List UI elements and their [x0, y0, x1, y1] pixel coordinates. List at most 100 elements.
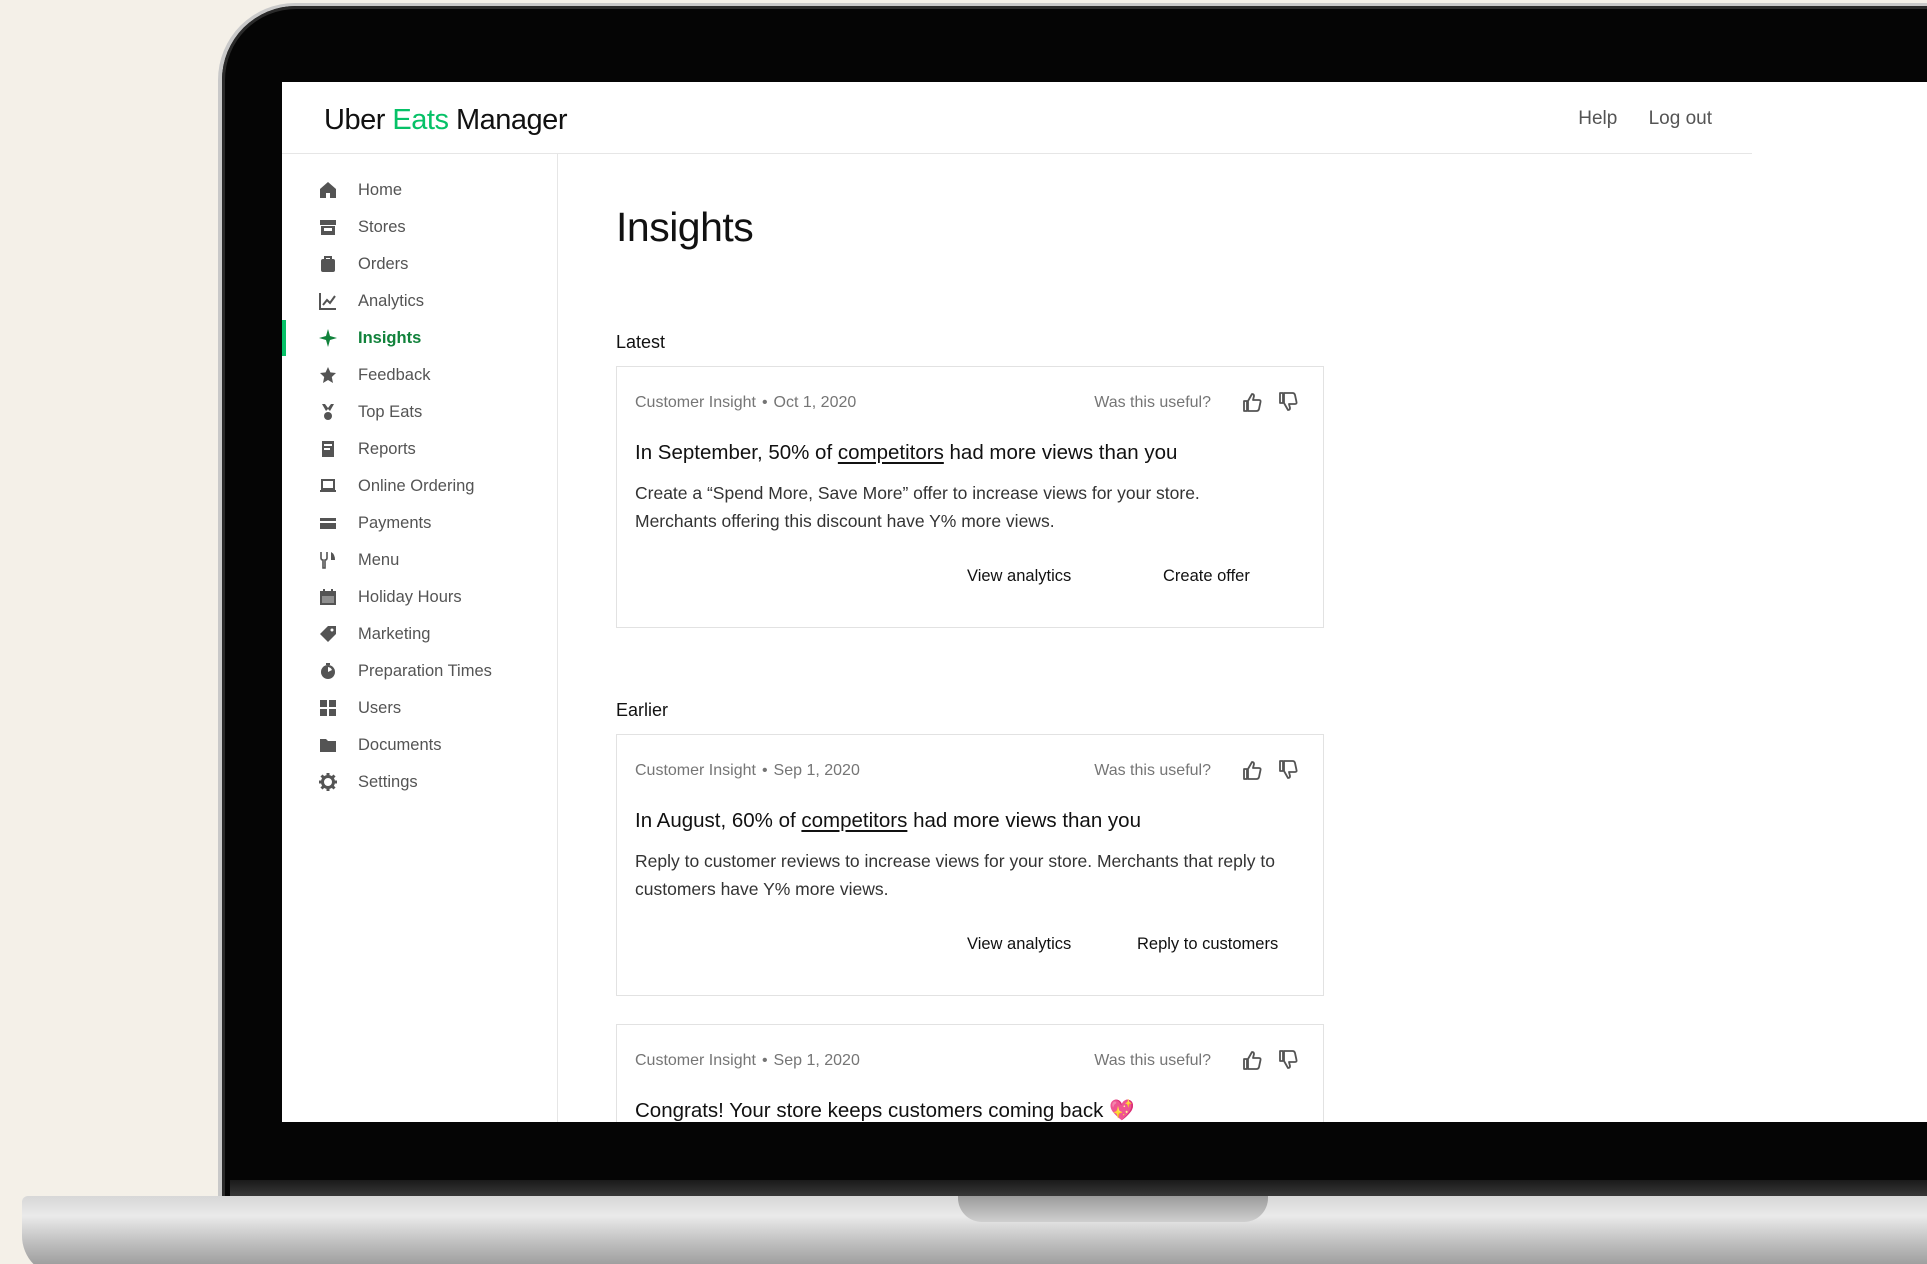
- insight-type: Customer Insight: [635, 394, 756, 411]
- sidebar-item-online-ordering[interactable]: Online Ordering: [282, 468, 558, 504]
- meta-separator: •: [761, 394, 768, 411]
- thumbs-down-icon[interactable]: [1277, 1049, 1299, 1071]
- create-offer-button[interactable]: Create offer: [1163, 567, 1250, 586]
- thumbs-up-icon[interactable]: [1241, 1049, 1263, 1071]
- sidebar-item-label: Payments: [358, 513, 432, 532]
- top-bar: Uber Eats Manager Help Log out: [282, 82, 1752, 154]
- view-analytics-button[interactable]: View analytics: [967, 567, 1071, 586]
- sidebar-item-label: Feedback: [358, 365, 431, 384]
- sidebar-item-orders[interactable]: Orders: [282, 246, 558, 282]
- sidebar-item-menu[interactable]: Menu: [282, 542, 558, 578]
- users-icon: [318, 698, 338, 718]
- competitors-link[interactable]: competitors: [838, 441, 944, 464]
- help-link[interactable]: Help: [1578, 108, 1617, 129]
- insight-title-pre: In September, 50% of: [635, 441, 838, 464]
- laptop-icon: [318, 476, 338, 496]
- insight-card: Customer Insight • Oct 1, 2020 Was this us…: [616, 366, 1324, 628]
- sidebar-item-payments[interactable]: Payments: [282, 505, 558, 541]
- insight-title-post: had more views than you: [907, 809, 1141, 832]
- sidebar: Home Stores Orders Analytics Insights Fe…: [282, 154, 558, 1122]
- top-links: Help Log out: [1552, 108, 1712, 130]
- uber-eats-manager-logo[interactable]: Uber Eats Manager: [324, 104, 567, 137]
- logo-eats: Eats: [392, 104, 449, 136]
- sidebar-item-feedback[interactable]: Feedback: [282, 357, 558, 393]
- page-title: Insights: [616, 204, 754, 250]
- insight-title: In September, 50% of competitors had mor…: [635, 441, 1177, 465]
- main-content: Insights Latest Customer Insight • Oct 1, …: [558, 154, 1758, 1122]
- insight-type: Customer Insight: [635, 762, 756, 779]
- sidebar-item-top-eats[interactable]: Top Eats: [282, 394, 558, 430]
- thumbs-down-icon[interactable]: [1277, 391, 1299, 413]
- sidebar-item-reports[interactable]: Reports: [282, 431, 558, 467]
- sidebar-item-label: Users: [358, 698, 402, 717]
- sidebar-item-label: Insights: [358, 328, 422, 347]
- card-meta: Customer Insight • Sep 1, 2020: [635, 1052, 860, 1070]
- sidebar-item-label: Online Ordering: [358, 476, 475, 495]
- report-icon: [318, 439, 338, 459]
- sidebar-item-documents[interactable]: Documents: [282, 727, 558, 763]
- reply-to-customers-button[interactable]: Reply to customers: [1137, 935, 1278, 954]
- section-earlier-label: Earlier: [616, 700, 669, 720]
- sidebar-item-label: Documents: [358, 735, 442, 754]
- calendar-icon: [318, 587, 338, 607]
- sidebar-item-label: Analytics: [358, 291, 425, 310]
- laptop-notch: [958, 1196, 1268, 1222]
- sidebar-item-analytics[interactable]: Analytics: [282, 283, 558, 319]
- home-icon: [318, 180, 338, 200]
- sidebar-item-holiday-hours[interactable]: Holiday Hours: [282, 579, 558, 615]
- utensils-icon: [318, 550, 338, 570]
- sidebar-item-marketing[interactable]: Marketing: [282, 616, 558, 652]
- sidebar-item-label: Menu: [358, 550, 400, 569]
- sidebar-item-insights[interactable]: Insights: [282, 320, 558, 356]
- card-icon: [318, 513, 338, 533]
- sidebar-item-users[interactable]: Users: [282, 690, 558, 726]
- card-meta: Customer Insight • Oct 1, 2020: [635, 394, 856, 412]
- sidebar-item-label: Home: [358, 180, 403, 199]
- sidebar-item-home[interactable]: Home: [282, 172, 558, 208]
- card-meta: Customer Insight • Sep 1, 2020: [635, 762, 860, 780]
- insight-title-pre: In August, 60% of: [635, 809, 802, 832]
- logo-manager: Manager: [456, 104, 567, 136]
- meta-separator: •: [761, 1052, 768, 1069]
- bag-icon: [318, 254, 338, 274]
- sidebar-item-label: Stores: [358, 217, 406, 236]
- thumbs-up-icon[interactable]: [1241, 391, 1263, 413]
- logout-link[interactable]: Log out: [1649, 108, 1712, 129]
- insight-type: Customer Insight: [635, 1052, 756, 1069]
- insight-card: Customer Insight • Sep 1, 2020 Was this us…: [616, 734, 1324, 996]
- medal-icon: [318, 402, 338, 422]
- sidebar-item-settings[interactable]: Settings: [282, 764, 558, 800]
- sidebar-item-label: Top Eats: [358, 402, 423, 421]
- insight-date: Sep 1, 2020: [773, 762, 860, 779]
- timer-icon: [318, 661, 338, 681]
- useful-prompt: Was this useful?: [1094, 394, 1211, 411]
- competitors-link[interactable]: competitors: [801, 809, 907, 832]
- sparkle-icon: [318, 328, 338, 348]
- insight-body: Reply to customer reviews to increase vi…: [635, 851, 1275, 899]
- thumbs-up-icon[interactable]: [1241, 759, 1263, 781]
- app-screen: Uber Eats Manager Help Log out Home Stor…: [282, 82, 1927, 1122]
- useful-prompt: Was this useful?: [1094, 762, 1211, 779]
- sidebar-item-stores[interactable]: Stores: [282, 209, 558, 245]
- folder-icon: [318, 735, 338, 755]
- view-analytics-button[interactable]: View analytics: [967, 935, 1071, 954]
- sidebar-item-label: Settings: [358, 772, 418, 791]
- logo-uber: Uber: [324, 104, 385, 136]
- sidebar-item-label: Preparation Times: [358, 661, 492, 680]
- sidebar-item-label: Reports: [358, 439, 416, 458]
- sidebar-item-label: Orders: [358, 254, 409, 273]
- insight-title: Congrats! Your store keeps customers com…: [635, 1099, 1135, 1122]
- sidebar-item-preparation-times[interactable]: Preparation Times: [282, 653, 558, 689]
- insight-title: In August, 60% of competitors had more v…: [635, 809, 1141, 833]
- sidebar-item-label: Holiday Hours: [358, 587, 462, 606]
- useful-prompt: Was this useful?: [1094, 1052, 1211, 1069]
- store-icon: [318, 217, 338, 237]
- section-latest-label: Latest: [616, 332, 666, 352]
- sidebar-item-label: Marketing: [358, 624, 431, 643]
- thumbs-down-icon[interactable]: [1277, 759, 1299, 781]
- insight-title-post: had more views than you: [943, 441, 1178, 464]
- star-icon: [318, 365, 338, 385]
- insight-card: Customer Insight • Sep 1, 2020 Was this us…: [616, 1024, 1324, 1122]
- chart-line-icon: [318, 291, 338, 311]
- gear-icon: [318, 772, 338, 792]
